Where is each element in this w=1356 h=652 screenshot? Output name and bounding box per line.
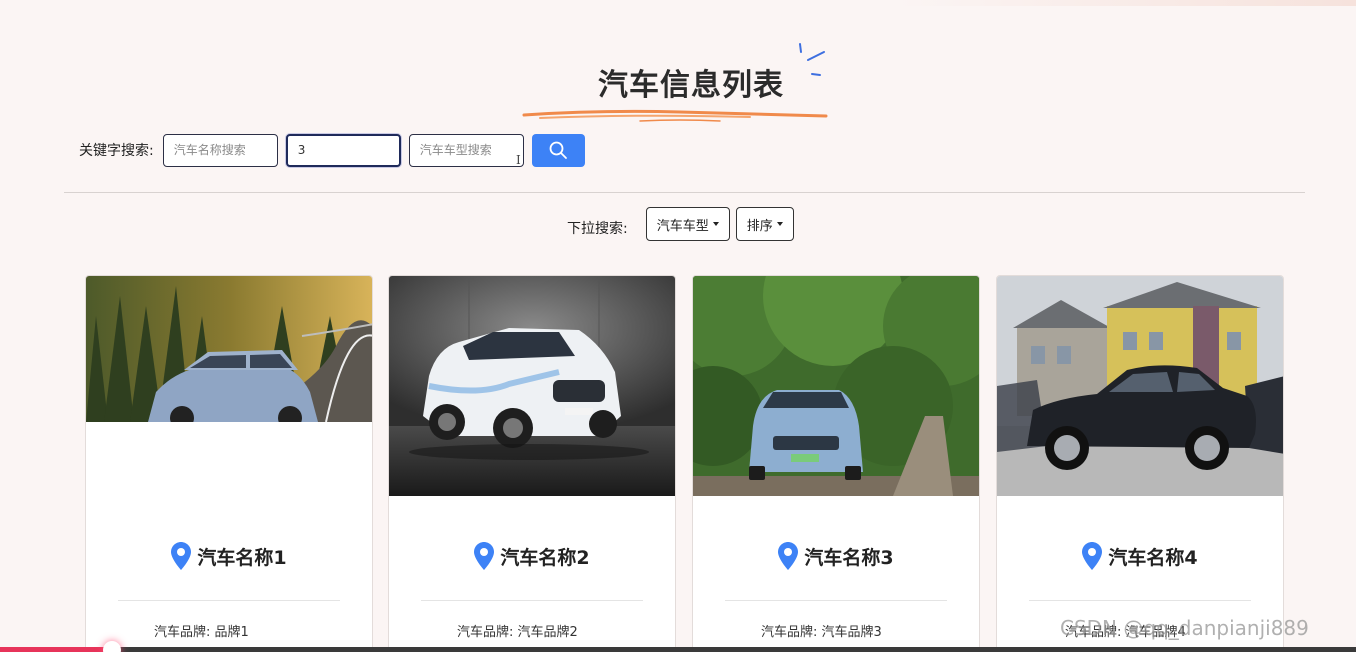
watermark: CSDN @qq_danpianji889 (1060, 616, 1309, 640)
dropdown-search-bar: 下拉搜索: 汽车车型 排序 (567, 207, 800, 241)
car-name-search-input[interactable] (162, 133, 278, 167)
video-progress-track[interactable] (0, 647, 1356, 652)
page-title: 汽车信息列表 (598, 68, 784, 103)
car-name-text: 汽车名称3 (804, 546, 894, 569)
car-image (997, 276, 1283, 496)
car-brand: 汽车品牌: 汽车品牌3 (761, 625, 882, 640)
sort-dropdown[interactable]: 排序 (735, 207, 794, 241)
car-name-text: 汽车名称2 (500, 546, 590, 569)
dropdown-search-label: 下拉搜索: (567, 221, 628, 237)
car-model-dropdown[interactable]: 汽车车型 (645, 207, 730, 241)
text-cursor-icon: I (516, 153, 521, 167)
card-divider (1029, 600, 1251, 601)
keyword-search-bar: 关键字搜索: (79, 133, 585, 167)
video-progress-fill (0, 647, 108, 652)
location-pin-icon (778, 542, 799, 570)
car-card[interactable]: 汽车名称2 汽车品牌: 汽车品牌2 (388, 275, 676, 652)
brush-underline (522, 109, 828, 122)
card-divider (725, 600, 947, 601)
caret-down-icon (712, 222, 719, 226)
card-divider (118, 600, 340, 601)
car-name: 汽车名称4 (997, 542, 1283, 570)
car-brand: 汽车品牌: 汽车品牌2 (457, 625, 578, 640)
keyword-search-label: 关键字搜索: (79, 143, 154, 159)
car-image (389, 276, 675, 496)
section-divider (64, 192, 1305, 193)
car-brand-search-input[interactable] (285, 133, 401, 167)
car-card[interactable]: 汽车名称3 汽车品牌: 汽车品牌3 (692, 275, 980, 652)
car-name: 汽车名称3 (693, 542, 979, 570)
car-model-search-input[interactable] (408, 133, 524, 167)
title-section: 汽车信息列表 (520, 40, 840, 130)
car-brand: 汽车品牌: 品牌1 (154, 625, 249, 640)
location-pin-icon (1082, 542, 1103, 570)
car-card[interactable]: 汽车名称1 汽车品牌: 品牌1 (85, 275, 373, 652)
top-decoration (896, 0, 1356, 6)
caret-down-icon (776, 222, 783, 226)
card-divider (421, 600, 643, 601)
sparkle-icon (799, 43, 825, 76)
search-button[interactable] (531, 133, 585, 167)
car-image (86, 276, 372, 422)
location-pin-icon (171, 542, 192, 570)
car-name: 汽车名称1 (86, 542, 372, 570)
car-image (693, 276, 979, 496)
car-name: 汽车名称2 (389, 542, 675, 570)
video-progress-handle[interactable] (103, 641, 121, 652)
car-name-text: 汽车名称1 (197, 546, 287, 569)
search-icon (549, 141, 568, 159)
car-card[interactable]: 汽车名称4 汽车品牌: 汽车品牌4 (996, 275, 1284, 652)
car-model-dropdown-label: 汽车车型 (656, 218, 709, 234)
location-pin-icon (474, 542, 495, 570)
sort-dropdown-label: 排序 (746, 218, 773, 234)
car-name-text: 汽车名称4 (1108, 546, 1198, 569)
